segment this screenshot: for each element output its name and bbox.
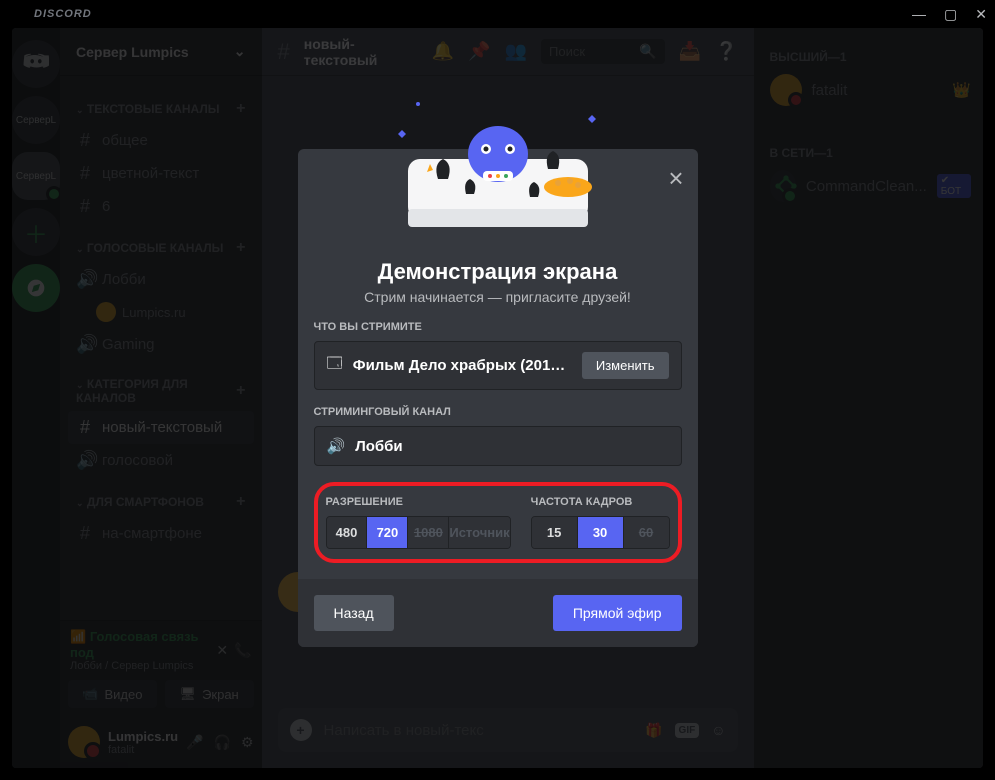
back-button[interactable]: Назад: [314, 595, 394, 631]
resolution-720[interactable]: 720: [367, 517, 408, 548]
stream-source-field: 🗔 Фильм Дело храбрых (2017) ... Изменить: [314, 341, 682, 390]
resolution-source[interactable]: Источник: [449, 517, 509, 548]
modal-subtitle: Стрим начинается — пригласите друзей!: [298, 285, 698, 321]
change-button[interactable]: Изменить: [582, 352, 669, 379]
resolution-label: РАЗРЕШЕНИЕ: [326, 496, 511, 508]
close-icon[interactable]: ✕: [975, 6, 987, 23]
resolution-480[interactable]: 480: [327, 517, 368, 548]
maximize-icon[interactable]: ▢: [944, 6, 957, 23]
stream-channel-value: Лобби: [355, 438, 668, 455]
resolution-1080[interactable]: 1080: [408, 517, 449, 548]
fps-label: ЧАСТОТА КАДРОВ: [531, 496, 670, 508]
fps-segmented: 15 30 60: [531, 516, 670, 549]
section-label: ЧТО ВЫ СТРИМИТЕ: [298, 321, 698, 341]
highlight-quality-area: РАЗРЕШЕНИЕ 480 720 1080 Источник ЧАСТОТА…: [314, 482, 682, 563]
section-label: СТРИМИНГОВЫЙ КАНАЛ: [298, 406, 698, 426]
stream-channel-field[interactable]: 🔊 Лобби: [314, 426, 682, 466]
titlebar: DISCORD — ▢ ✕: [0, 0, 995, 28]
stream-source-value: Фильм Дело храбрых (2017) ...: [353, 357, 572, 374]
resolution-segmented: 480 720 1080 Источник: [326, 516, 511, 549]
modal-backdrop[interactable]: ×: [12, 28, 983, 768]
app-logo: DISCORD: [8, 8, 92, 20]
go-live-button[interactable]: Прямой эфир: [553, 595, 682, 631]
modal-illustration: [298, 149, 698, 289]
fps-15[interactable]: 15: [532, 517, 578, 548]
minimize-icon[interactable]: —: [912, 6, 926, 23]
window-icon: 🗔: [327, 353, 343, 378]
go-live-modal: ×: [298, 149, 698, 647]
speaker-icon: 🔊: [327, 437, 346, 455]
fps-30[interactable]: 30: [578, 517, 624, 548]
fps-60[interactable]: 60: [624, 517, 669, 548]
